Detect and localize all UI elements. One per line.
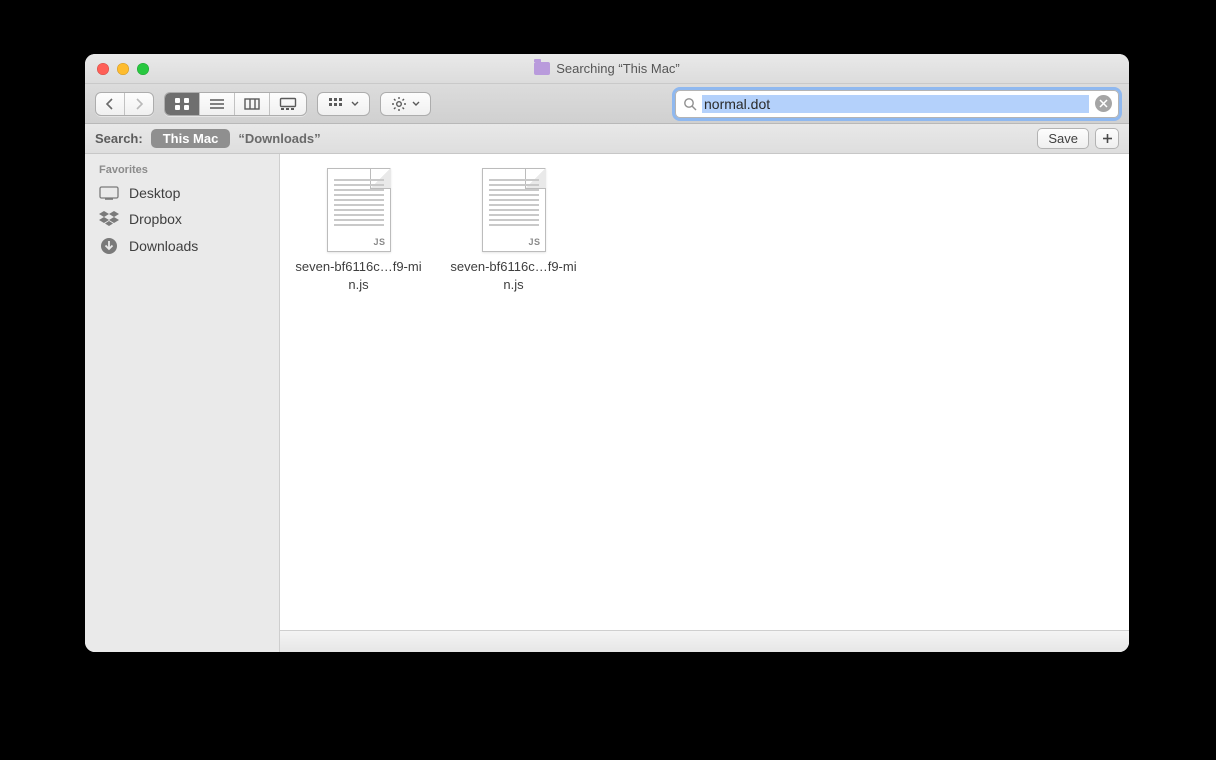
- search-field-wrap: [675, 90, 1119, 118]
- sidebar-item-label: Downloads: [129, 238, 198, 254]
- search-scope-bar: Search: This Mac “Downloads” Save: [85, 124, 1129, 154]
- results-grid[interactable]: JS seven-bf6116c…f9-min.js JS seven-bf6116c…: [280, 154, 1129, 630]
- content-area: JS seven-bf6116c…f9-min.js JS seven-bf6116c…: [280, 154, 1129, 652]
- file-item[interactable]: JS seven-bf6116c…f9-min.js: [286, 168, 431, 293]
- action-menu-button[interactable]: [380, 92, 431, 116]
- desktop-icon: [99, 186, 119, 200]
- back-button[interactable]: [96, 93, 124, 115]
- status-bar: [280, 630, 1129, 652]
- chevron-down-icon: [412, 101, 420, 107]
- minimize-window-button[interactable]: [117, 63, 129, 75]
- titlebar: Searching “This Mac”: [85, 54, 1129, 84]
- sidebar-item-downloads[interactable]: Downloads: [85, 232, 279, 260]
- window-title: Searching “This Mac”: [556, 61, 680, 76]
- file-name-label: seven-bf6116c…f9-min.js: [286, 258, 431, 293]
- scope-this-mac[interactable]: This Mac: [151, 129, 231, 148]
- file-item[interactable]: JS seven-bf6116c…f9-min.js: [441, 168, 586, 293]
- save-search-button[interactable]: Save: [1037, 128, 1089, 149]
- add-search-criteria-button[interactable]: [1095, 128, 1119, 149]
- column-view-button[interactable]: [234, 93, 269, 115]
- downloads-icon: [99, 237, 119, 255]
- list-view-button[interactable]: [199, 93, 234, 115]
- gallery-view-button[interactable]: [269, 93, 306, 115]
- search-scope-label: Search:: [95, 131, 143, 146]
- file-icon: JS: [482, 168, 546, 252]
- view-switcher: [164, 92, 307, 116]
- clear-search-button[interactable]: [1095, 95, 1112, 112]
- file-type-badge: JS: [528, 237, 540, 247]
- sidebar-item-desktop[interactable]: Desktop: [85, 180, 279, 206]
- scope-downloads[interactable]: “Downloads”: [238, 131, 320, 146]
- sidebar-item-dropbox[interactable]: Dropbox: [85, 206, 279, 232]
- forward-button[interactable]: [124, 93, 153, 115]
- search-icon: [683, 97, 697, 111]
- sidebar-item-label: Dropbox: [129, 211, 182, 227]
- plus-icon: [1102, 133, 1113, 144]
- toolbar: [85, 84, 1129, 124]
- gear-icon: [391, 96, 407, 112]
- nav-back-forward: [95, 92, 154, 116]
- search-folder-icon: [534, 62, 550, 75]
- file-name-label: seven-bf6116c…f9-min.js: [441, 258, 586, 293]
- icon-view-button[interactable]: [165, 93, 199, 115]
- group-by-button[interactable]: [317, 92, 370, 116]
- search-input[interactable]: [702, 95, 1089, 113]
- dropbox-icon: [99, 211, 119, 227]
- sidebar-section-favorites: Favorites: [85, 162, 279, 180]
- file-icon: JS: [327, 168, 391, 252]
- sidebar: Favorites Desktop Dropbox Downloads: [85, 154, 280, 652]
- chevron-down-icon: [351, 101, 359, 107]
- zoom-window-button[interactable]: [137, 63, 149, 75]
- finder-window: Searching “This Mac”: [85, 54, 1129, 652]
- sidebar-item-label: Desktop: [129, 185, 180, 201]
- file-type-badge: JS: [373, 237, 385, 247]
- close-window-button[interactable]: [97, 63, 109, 75]
- window-controls: [85, 63, 149, 75]
